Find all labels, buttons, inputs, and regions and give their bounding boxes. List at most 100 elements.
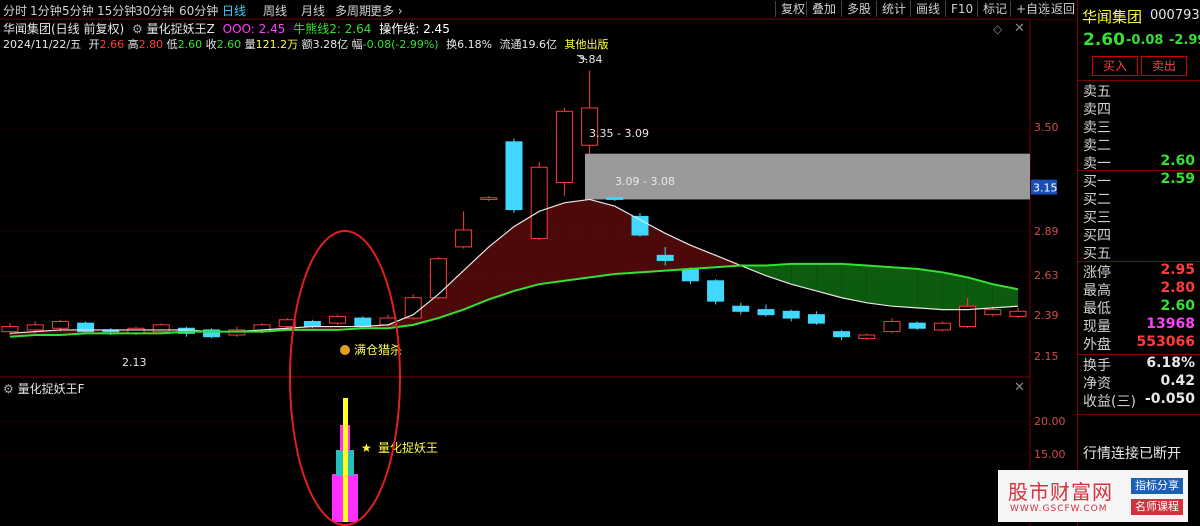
candle-body [883, 320, 901, 333]
candle-body [833, 331, 851, 338]
candle-body [782, 310, 800, 319]
ask-row: 卖五 [1083, 81, 1200, 100]
gear-icon[interactable]: ⚙ [3, 382, 14, 396]
price-tick: 2.89 [1034, 224, 1059, 238]
row-value: 2.80 [1160, 280, 1195, 296]
stat-row: 最低 2.60 [1083, 298, 1200, 317]
watermark-tag2: 名师课程 [1131, 499, 1183, 515]
divider [1078, 414, 1200, 415]
bid-row: 买三 [1083, 207, 1200, 226]
watermark-title: 股市财富网 [1008, 480, 1113, 504]
price-tag-label: 3.15 [1033, 182, 1058, 195]
row-label: 净资 [1083, 376, 1111, 392]
row-label: 买二 [1083, 192, 1111, 208]
close-icon[interactable]: ✕ [1014, 21, 1025, 36]
low-annotation: 2.13 [122, 356, 147, 369]
candle-body [807, 314, 825, 324]
ask-row: 卖四 [1083, 99, 1200, 118]
bid-row: 买一 2.59 [1083, 171, 1200, 190]
sub-indicator-name[interactable]: 量化捉妖王F [18, 382, 85, 396]
price-tick: 2.63 [1034, 268, 1059, 282]
cloud-segment [841, 263, 867, 303]
candle-body [303, 320, 321, 328]
settings-icon[interactable]: ◇ [993, 22, 1002, 36]
ask-row: 卖二 [1083, 135, 1200, 154]
bid-row: 买五 [1083, 243, 1200, 262]
candle-body [908, 322, 926, 329]
extra-row: 换手 6.18% [1083, 355, 1200, 374]
price-tick: 2.15 [1034, 350, 1059, 364]
row-label: 现量 [1083, 319, 1111, 335]
high-annotation: 3.84 [578, 53, 603, 66]
row-label: 换手 [1083, 358, 1111, 374]
cloud-segment [766, 263, 792, 285]
row-value: 2.60 [1160, 298, 1195, 314]
last-price: 2.60 [1083, 30, 1125, 50]
row-label: 涨停 [1083, 265, 1111, 281]
sub-tick: 20.00 [1034, 414, 1066, 428]
candle-body [354, 317, 372, 328]
candle-body [1, 326, 19, 333]
row-label: 卖四 [1083, 102, 1111, 118]
cloud-segment [892, 267, 918, 308]
candle-body [379, 317, 397, 326]
candle-body [606, 197, 624, 200]
candle-body [656, 254, 674, 261]
row-value: 0.42 [1160, 373, 1195, 389]
candle-body [51, 320, 69, 329]
candle-body [757, 309, 775, 316]
watermark-logo: 股市财富网 指标分享 名师课程 WWW.GSCFW.COM [998, 470, 1188, 522]
row-label: 最低 [1083, 301, 1111, 317]
kline-chart[interactable]: 3.84 2.13 3.35 - 3.09 3.09 - 3.08 满仓猎杀 3.15 量化… [0, 0, 1075, 526]
row-label: 买三 [1083, 210, 1111, 226]
extra-row: 收益(三) -0.050 [1083, 391, 1200, 410]
candle-body [480, 197, 498, 200]
stat-row: 最高 2.80 [1083, 280, 1200, 299]
cloud-segment [816, 263, 842, 298]
cloud-segment [690, 245, 716, 269]
candle-body [555, 110, 573, 183]
row-value: -0.050 [1144, 391, 1195, 407]
extra-row: 净资 0.42 [1083, 373, 1200, 392]
stat-row: 现量 13968 [1083, 316, 1200, 335]
row-label: 收益(三) [1083, 394, 1136, 410]
bid-row: 买二 [1083, 189, 1200, 208]
bid-row: 买四 [1083, 225, 1200, 244]
row-label: 卖三 [1083, 120, 1111, 136]
price-tick: 2.39 [1034, 309, 1059, 323]
candle-body [530, 166, 548, 239]
cloud-segment [791, 263, 817, 291]
row-value: 2.59 [1160, 171, 1195, 187]
sell-button[interactable]: 卖出 [1141, 56, 1187, 76]
ask-row: 卖一 2.60 [1083, 153, 1200, 172]
buy-button[interactable]: 买入 [1092, 56, 1138, 76]
stat-row: 外盘 553066 [1083, 334, 1200, 353]
stock-code: 000793 [1150, 8, 1200, 23]
candle-body [505, 141, 523, 211]
star-label: 量化捉妖王 [378, 440, 438, 455]
candle-body [152, 324, 170, 333]
connection-status[interactable]: 行情连接已断开 [1083, 443, 1181, 463]
cloud-segment [917, 268, 943, 310]
candle-body [455, 229, 473, 248]
candle-body [1009, 310, 1027, 317]
candle-body [429, 258, 447, 299]
row-label: 买一 [1083, 174, 1111, 190]
row-value: 2.60 [1160, 153, 1195, 169]
star-icon: ★ [361, 441, 372, 455]
row-label: 买五 [1083, 246, 1111, 262]
zone-lower-label: 3.09 - 3.08 [615, 175, 675, 188]
row-label: 买四 [1083, 228, 1111, 244]
price-change: -0.08 [1126, 33, 1164, 48]
row-label: 外盘 [1083, 337, 1111, 353]
sub-tick: 15.00 [1034, 448, 1066, 462]
sub-close-icon[interactable]: ✕ [1014, 380, 1025, 395]
signal-label: 满仓猎杀 [354, 342, 402, 357]
candle-body [732, 305, 750, 312]
stock-name: 华闻集团 [1082, 8, 1143, 26]
row-value: 553066 [1136, 334, 1195, 350]
cloud-segment [866, 265, 892, 307]
sub-indicator-header: ⚙ 量化捉妖王F [3, 380, 85, 397]
row-value: 13968 [1146, 316, 1195, 332]
candle-body [858, 334, 876, 339]
